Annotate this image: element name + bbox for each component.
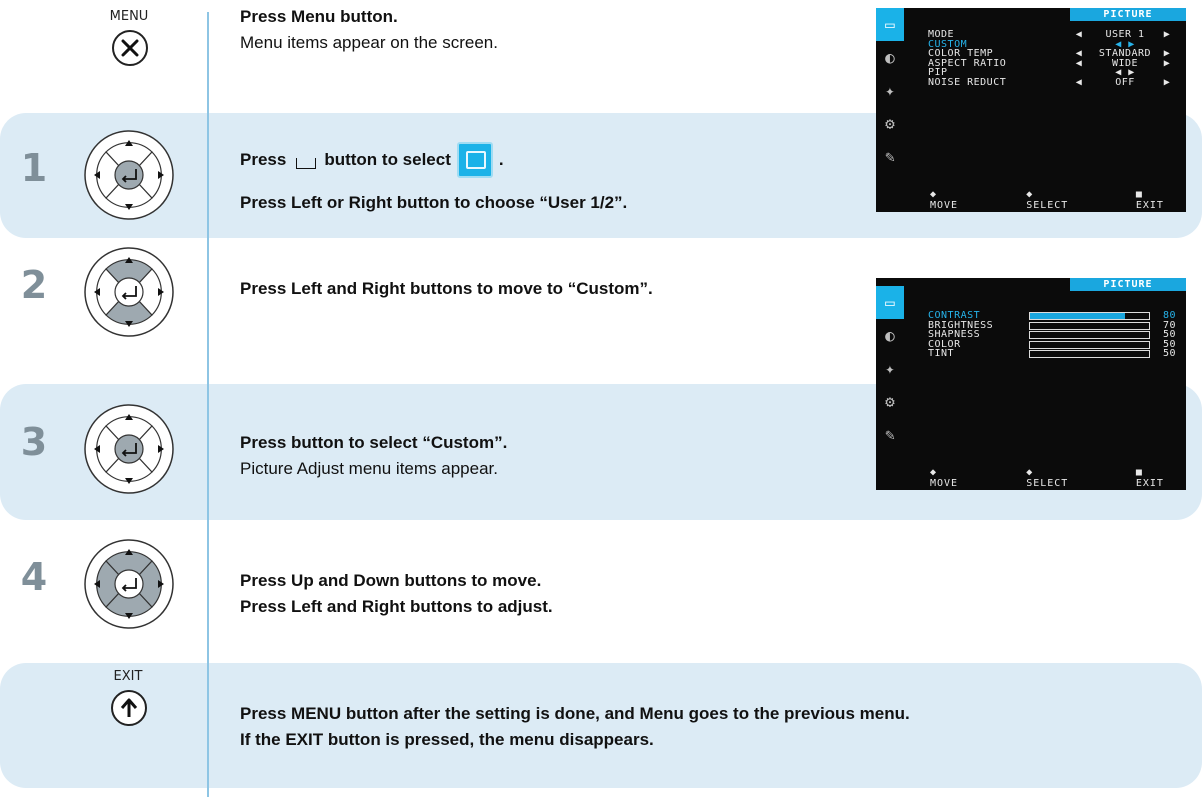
- wrench-icon: ⚙: [885, 114, 895, 133]
- dpad-step4[interactable]: [84, 539, 174, 629]
- dpad-icon: [84, 247, 174, 337]
- step4-instructions: Press Up and Down buttons to move. Press…: [240, 568, 553, 620]
- exit-line1: Press MENU button after the setting is d…: [240, 704, 910, 723]
- step2-instructions: Press Left and Right buttons to move to …: [240, 276, 653, 302]
- osd2-level-bar: [1028, 350, 1150, 358]
- osd1-exit: ■ EXIT: [1135, 189, 1164, 211]
- step1-line1: Press button to select .: [240, 142, 627, 178]
- osd2-level-bar: [1028, 312, 1150, 320]
- close-x-icon: [112, 30, 148, 66]
- step4-line2: Press Left and Right buttons to adjust.: [240, 597, 553, 616]
- up-arrow-icon: [111, 690, 147, 726]
- osd1-rows: MODE ◀ USER 1 ▶ CUSTOM ◀ ▶ COLOR TEMP ◀ STANDARD…: [928, 30, 1176, 87]
- dpad-icon: [84, 539, 174, 629]
- dpad-icon: [84, 404, 174, 494]
- step-number-1: 1: [20, 146, 48, 190]
- osd1-row-right-arrow: ▶: [1163, 29, 1171, 40]
- satellite-icon: ✦: [885, 359, 895, 378]
- dpad-step2[interactable]: [84, 247, 174, 337]
- divider-line: [207, 12, 209, 797]
- menu-line1: Press Menu button.: [240, 7, 398, 26]
- osd1-row-left-arrow: ◀: [1075, 57, 1083, 69]
- exit-button[interactable]: [110, 689, 148, 732]
- tv-icon: ▭: [876, 286, 904, 319]
- dpad-step3[interactable]: [84, 404, 174, 494]
- step3-instructions: Press button to select “Custom”. Picture…: [240, 430, 507, 482]
- osd2-sidebar: ▭ ◐ ✦ ⚙ ✎: [876, 286, 906, 451]
- exit-button-label: EXIT: [113, 669, 143, 684]
- osd2-level-bar: [1028, 331, 1150, 339]
- osd2-row: TINT 50: [928, 349, 1176, 359]
- tv-icon: ▭: [876, 8, 904, 41]
- osd1-select: ◆ SELECT: [1026, 189, 1069, 211]
- tools-icon: ✎: [885, 147, 895, 166]
- step-number-4: 4: [20, 555, 48, 599]
- osd2-row-key: TINT: [928, 348, 955, 359]
- osd1-row-right-arrow: ▶: [1163, 57, 1171, 69]
- step-number-2: 2: [20, 263, 48, 307]
- dpad-step1[interactable]: [84, 130, 174, 220]
- osd-picture-adjust: PICTURE ▭ ◐ ✦ ⚙ ✎ CONTRAST 80 BRIGHTNESS 70…: [876, 278, 1186, 490]
- step1-press: Press: [240, 150, 287, 169]
- osd2-row: SHAPNESS 50: [928, 330, 1176, 340]
- step4-line1: Press Up and Down buttons to move.: [240, 571, 542, 590]
- osd2-select: ◆ SELECT: [1026, 467, 1069, 489]
- wrench-icon: ⚙: [885, 392, 895, 411]
- osd2-row: COLOR 50: [928, 339, 1176, 350]
- osd1-row-value: OFF: [1115, 76, 1135, 88]
- step1-period: .: [498, 150, 504, 169]
- osd1-title: PICTURE: [1070, 8, 1186, 21]
- osd2-exit: ■ EXIT: [1135, 467, 1164, 489]
- osd1-row-right-arrow: ▶: [1163, 76, 1171, 88]
- step1-instructions: Press button to select . Press Left or R…: [240, 142, 627, 216]
- osd1-row-key: NOISE REDUCT: [928, 76, 1007, 88]
- osd1-row-left-arrow: ◀: [1075, 29, 1083, 40]
- osd2-level-fill: [1029, 313, 1126, 319]
- step1-select-text: button to select: [324, 150, 451, 169]
- osd1-row-key: ASPECT RATIO: [928, 57, 1007, 69]
- step2-line1: Press Left and Right buttons to move to …: [240, 279, 653, 298]
- osd2-move: ◆ MOVE: [930, 467, 959, 489]
- osd2-rows: CONTRAST 80 BRIGHTNESS 70 SHAPNESS 50 COLOR 50 T…: [928, 311, 1176, 359]
- osd2-level-bar: [1028, 321, 1150, 330]
- menu-instructions: Press Menu button. Menu items appear on …: [240, 4, 498, 56]
- osd1-footer: ◆ MOVE ◆ SELECT ■ EXIT: [930, 189, 1176, 211]
- menu-button-label: MENU: [109, 9, 149, 24]
- osd2-row-value: 50: [1162, 348, 1176, 359]
- osd1-row: NOISE REDUCT ◀ OFF ▶: [928, 76, 1176, 88]
- step1-line2: Press Left or Right button to choose “Us…: [240, 193, 628, 212]
- osd2-title: PICTURE: [1070, 278, 1186, 291]
- menu-line2: Menu items appear on the screen.: [240, 33, 498, 52]
- osd1-sidebar: ▭ ◐ ✦ ⚙ ✎: [876, 8, 906, 173]
- osd1-row: ASPECT RATIO ◀ WIDE ▶: [928, 57, 1176, 69]
- osd-picture-menu: PICTURE ▭ ◐ ✦ ⚙ ✎ MODE ◀ USER 1 ▶ CUSTOM ◀ ▶ C…: [876, 8, 1186, 212]
- osd1-move: ◆ MOVE: [930, 189, 959, 211]
- osd2-level-bar: [1028, 340, 1150, 349]
- palette-icon: ◐: [885, 48, 895, 67]
- dpad-icon: [84, 130, 174, 220]
- step-number-3: 3: [20, 420, 48, 464]
- satellite-icon: ✦: [885, 81, 895, 100]
- palette-icon: ◐: [885, 326, 895, 345]
- step3-line1: Press button to select “Custom”.: [240, 433, 508, 452]
- tv-icon: [456, 142, 493, 178]
- osd2-footer: ◆ MOVE ◆ SELECT ■ EXIT: [930, 467, 1176, 489]
- tools-icon: ✎: [885, 425, 895, 444]
- exit-line2: If the EXIT button is pressed, the menu …: [240, 730, 654, 749]
- menu-button[interactable]: [111, 29, 149, 72]
- step3-line2: Picture Adjust menu items appear.: [240, 459, 498, 478]
- osd1-row-left-arrow: ◀: [1075, 76, 1083, 88]
- exit-instructions: Press MENU button after the setting is d…: [240, 701, 910, 753]
- enter-icon: [296, 157, 317, 169]
